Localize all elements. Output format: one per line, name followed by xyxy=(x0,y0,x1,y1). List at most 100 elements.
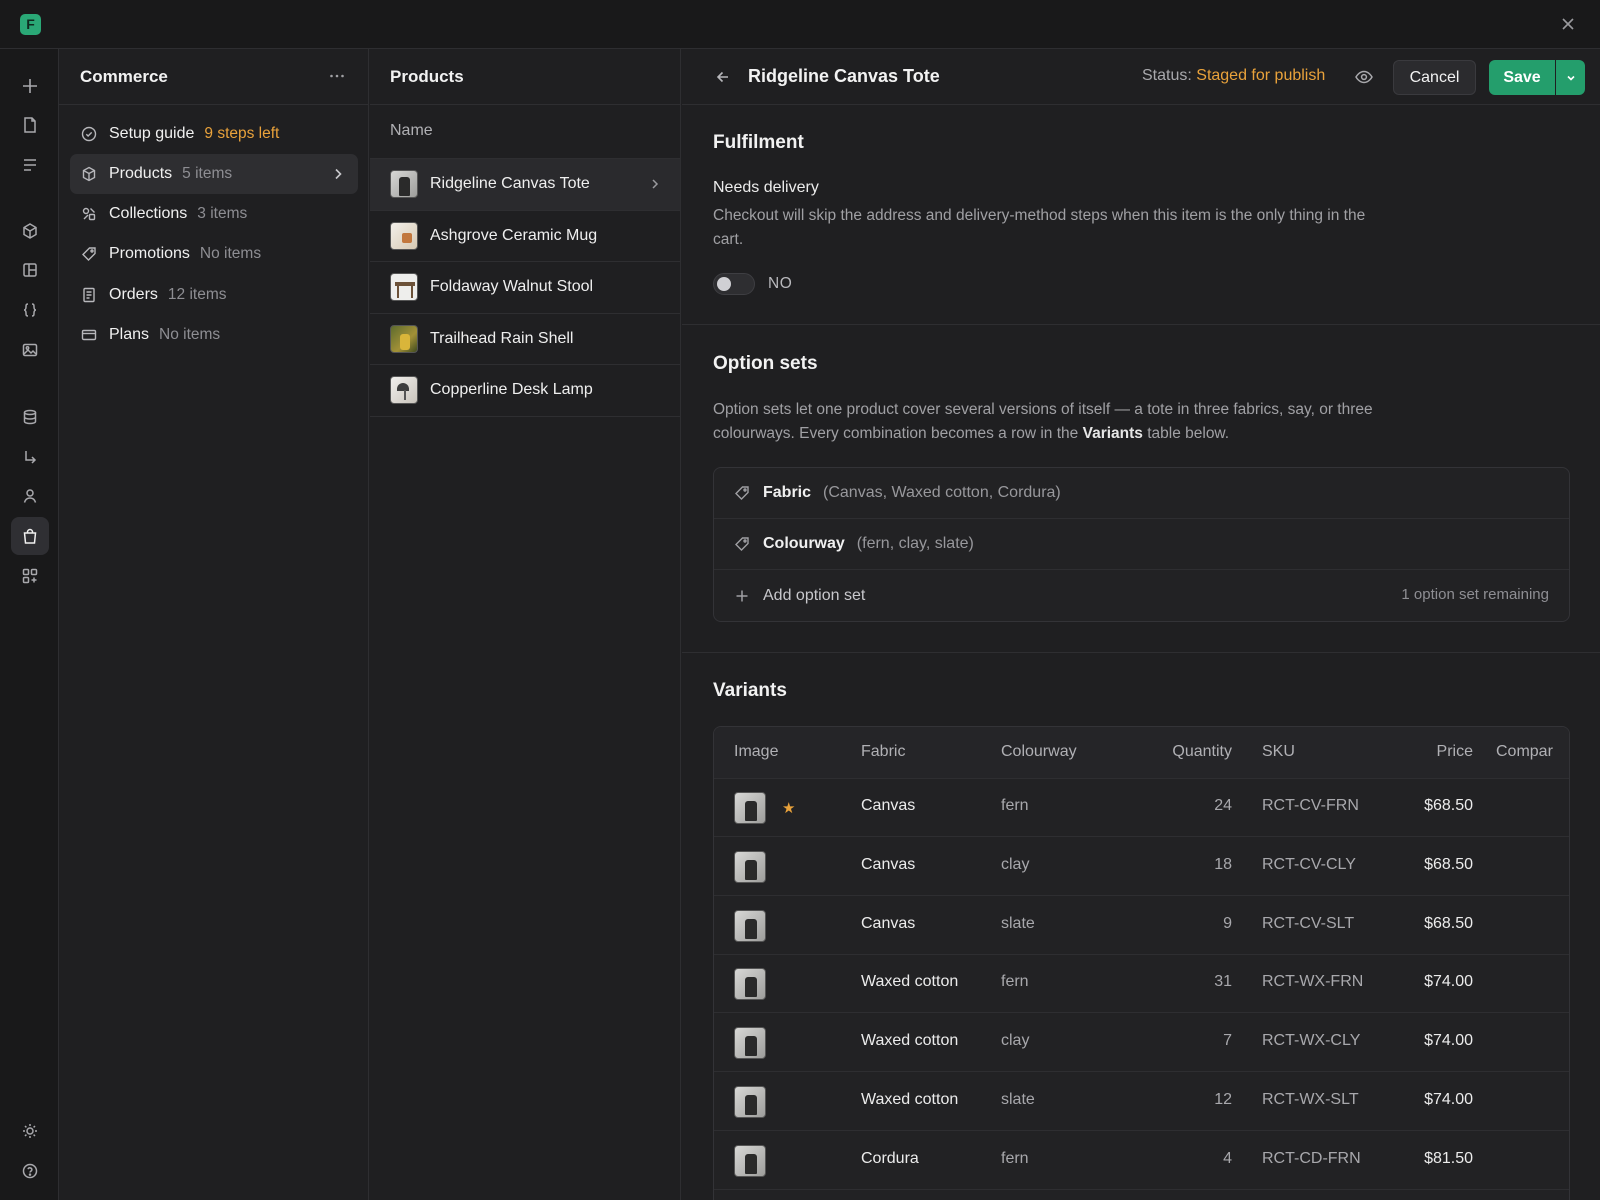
variant-thumbnail[interactable] xyxy=(734,850,766,883)
variant-fabric: Canvas xyxy=(861,914,916,932)
variant-row[interactable]: Canvas clay 18 RCT-CV-CLY $68.50 xyxy=(714,838,1569,896)
app-logo[interactable]: F xyxy=(20,14,41,35)
variants-table: Image Fabric Colourway Quantity SKU Pric… xyxy=(713,726,1570,1200)
plus-icon[interactable] xyxy=(11,67,49,105)
column-header[interactable]: Image xyxy=(734,743,778,761)
apps-add-icon[interactable] xyxy=(11,557,49,595)
variant-thumbnail[interactable] xyxy=(734,1144,766,1177)
option-set-row[interactable]: Colourway (fern, clay, slate) xyxy=(714,519,1569,570)
variant-row[interactable]: Cordura fern 4 RCT-CD-FRN $81.50 xyxy=(714,1132,1569,1190)
chevron-right-icon xyxy=(335,168,342,180)
column-header[interactable]: SKU xyxy=(1262,743,1295,761)
variant-fabric: Waxed cotton xyxy=(861,1091,959,1108)
document-icon[interactable] xyxy=(11,106,49,144)
product-name: Ridgeline Canvas Tote xyxy=(430,175,590,193)
variant-quantity[interactable]: 12 xyxy=(1154,1091,1232,1109)
product-thumbnail xyxy=(390,221,418,250)
product-thumbnail xyxy=(390,273,418,302)
variant-quantity[interactable]: 7 xyxy=(1154,1032,1232,1050)
variants-table-header: Image Fabric Colourway Quantity SKU Pric… xyxy=(714,727,1569,779)
tag-icon xyxy=(82,247,96,261)
sidebar-item-collections[interactable]: Collections 3 items xyxy=(70,194,358,234)
column-header[interactable]: Quantity xyxy=(1154,743,1232,761)
sidebar-item-count: 9 steps left xyxy=(204,125,280,142)
product-row[interactable]: Foldaway Walnut Stool xyxy=(370,262,680,314)
save-options-button[interactable] xyxy=(1556,60,1585,95)
product-row[interactable]: Trailhead Rain Shell xyxy=(370,314,680,365)
arrow-turn-icon[interactable] xyxy=(11,438,49,476)
variant-price[interactable]: $68.50 xyxy=(1404,856,1473,874)
variant-sku[interactable]: RCT-WX-SLT xyxy=(1262,1091,1359,1109)
variant-row[interactable]: Canvas slate 9 RCT-CV-SLT $68.50 xyxy=(714,897,1569,955)
variant-row[interactable]: Waxed cotton clay 7 RCT-WX-CLY $74.00 xyxy=(714,1014,1569,1073)
check-circle-icon xyxy=(81,126,97,142)
layout-icon[interactable] xyxy=(11,251,49,289)
sidebar-item-orders[interactable]: Orders 12 items xyxy=(70,275,358,315)
variant-sku[interactable]: RCT-WX-CLY xyxy=(1262,1032,1360,1050)
sidebar-item-plans[interactable]: Plans No items xyxy=(70,315,358,355)
products-column-header[interactable]: Name xyxy=(370,105,680,159)
variant-quantity[interactable]: 31 xyxy=(1154,973,1232,991)
save-button[interactable]: Save xyxy=(1489,60,1555,95)
product-row[interactable]: Copperline Desk Lamp xyxy=(370,365,680,417)
product-row[interactable]: Ashgrove Ceramic Mug xyxy=(370,211,680,262)
variant-sku[interactable]: RCT-CV-CLY xyxy=(1262,856,1356,874)
close-icon[interactable] xyxy=(1558,14,1578,34)
cube-icon[interactable] xyxy=(11,212,49,250)
variant-price[interactable]: $81.50 xyxy=(1404,1150,1473,1168)
variant-sku[interactable]: RCT-CD-FRN xyxy=(1262,1150,1361,1168)
sun-icon[interactable] xyxy=(11,1112,49,1150)
variant-quantity[interactable]: 9 xyxy=(1154,915,1232,933)
variant-fabric: Canvas xyxy=(861,855,916,873)
add-option-set-button[interactable]: Add option set 1 option set remaining xyxy=(714,570,1569,621)
variant-thumbnail[interactable] xyxy=(734,968,766,1001)
user-icon[interactable] xyxy=(11,477,49,515)
sidebar-item-products[interactable]: Products 5 items xyxy=(70,154,358,194)
variant-thumbnail[interactable] xyxy=(734,909,766,942)
eye-icon[interactable] xyxy=(1354,67,1374,87)
help-icon[interactable] xyxy=(11,1152,49,1190)
option-sets-description: Option sets let one product cover severa… xyxy=(713,401,1373,442)
variant-price[interactable]: $68.50 xyxy=(1404,915,1473,933)
variant-price[interactable]: $74.00 xyxy=(1404,1032,1473,1050)
variant-row[interactable]: ★ Canvas fern 24 RCT-CV-FRN $68.50 xyxy=(714,779,1569,837)
sidebar-item-count: 5 items xyxy=(182,165,233,182)
image-icon[interactable] xyxy=(11,331,49,369)
database-icon[interactable] xyxy=(11,398,49,436)
column-header[interactable]: Colourway xyxy=(1001,743,1077,761)
sidebar-item-setup-guide[interactable]: Setup guide 9 steps left xyxy=(70,114,358,154)
variant-price[interactable]: $68.50 xyxy=(1404,797,1473,815)
product-name: Ashgrove Ceramic Mug xyxy=(430,226,598,244)
shopping-bag-icon[interactable] xyxy=(11,517,49,555)
variant-sku[interactable]: RCT-CV-SLT xyxy=(1262,915,1354,933)
variant-row[interactable]: Waxed cotton slate 12 RCT-WX-SLT $74.00 xyxy=(714,1073,1569,1131)
code-braces-icon[interactable] xyxy=(11,291,49,329)
receipt-icon xyxy=(83,287,95,303)
variant-sku[interactable]: RCT-CV-FRN xyxy=(1262,797,1359,815)
variant-thumbnail[interactable] xyxy=(734,1086,766,1118)
column-header[interactable]: Price xyxy=(1404,743,1473,761)
variant-thumbnail[interactable] xyxy=(734,1027,766,1060)
option-set-row[interactable]: Fabric (Canvas, Waxed cotton, Cordura) xyxy=(714,468,1569,519)
product-row[interactable]: Ridgeline Canvas Tote xyxy=(370,159,680,211)
more-icon[interactable] xyxy=(328,67,346,85)
variant-row[interactable]: Waxed cotton fern 31 RCT-WX-FRN $74.00 xyxy=(714,955,1569,1014)
variant-quantity[interactable]: 4 xyxy=(1154,1150,1232,1168)
variant-quantity[interactable]: 24 xyxy=(1154,797,1232,815)
sidebar-item-label: Plans xyxy=(109,326,150,343)
variant-sku[interactable]: RCT-WX-FRN xyxy=(1262,973,1363,991)
arrow-left-icon[interactable] xyxy=(714,68,732,86)
variant-thumbnail[interactable] xyxy=(734,792,766,824)
variant-quantity[interactable]: 18 xyxy=(1154,856,1232,874)
text-lines-icon[interactable] xyxy=(11,146,49,184)
plus-icon xyxy=(736,590,748,601)
column-name-label: Name xyxy=(390,122,433,139)
column-header[interactable]: Fabric xyxy=(861,743,905,761)
variant-price[interactable]: $74.00 xyxy=(1404,1091,1473,1109)
needs-delivery-toggle[interactable] xyxy=(713,273,755,295)
sidebar-item-promotions[interactable]: Promotions No items xyxy=(70,234,358,274)
column-header[interactable]: Compar xyxy=(1496,743,1553,761)
cancel-button[interactable]: Cancel xyxy=(1393,60,1476,95)
variant-price[interactable]: $74.00 xyxy=(1404,973,1473,991)
detail-header: Ridgeline Canvas Tote Status: Staged for… xyxy=(682,49,1600,105)
